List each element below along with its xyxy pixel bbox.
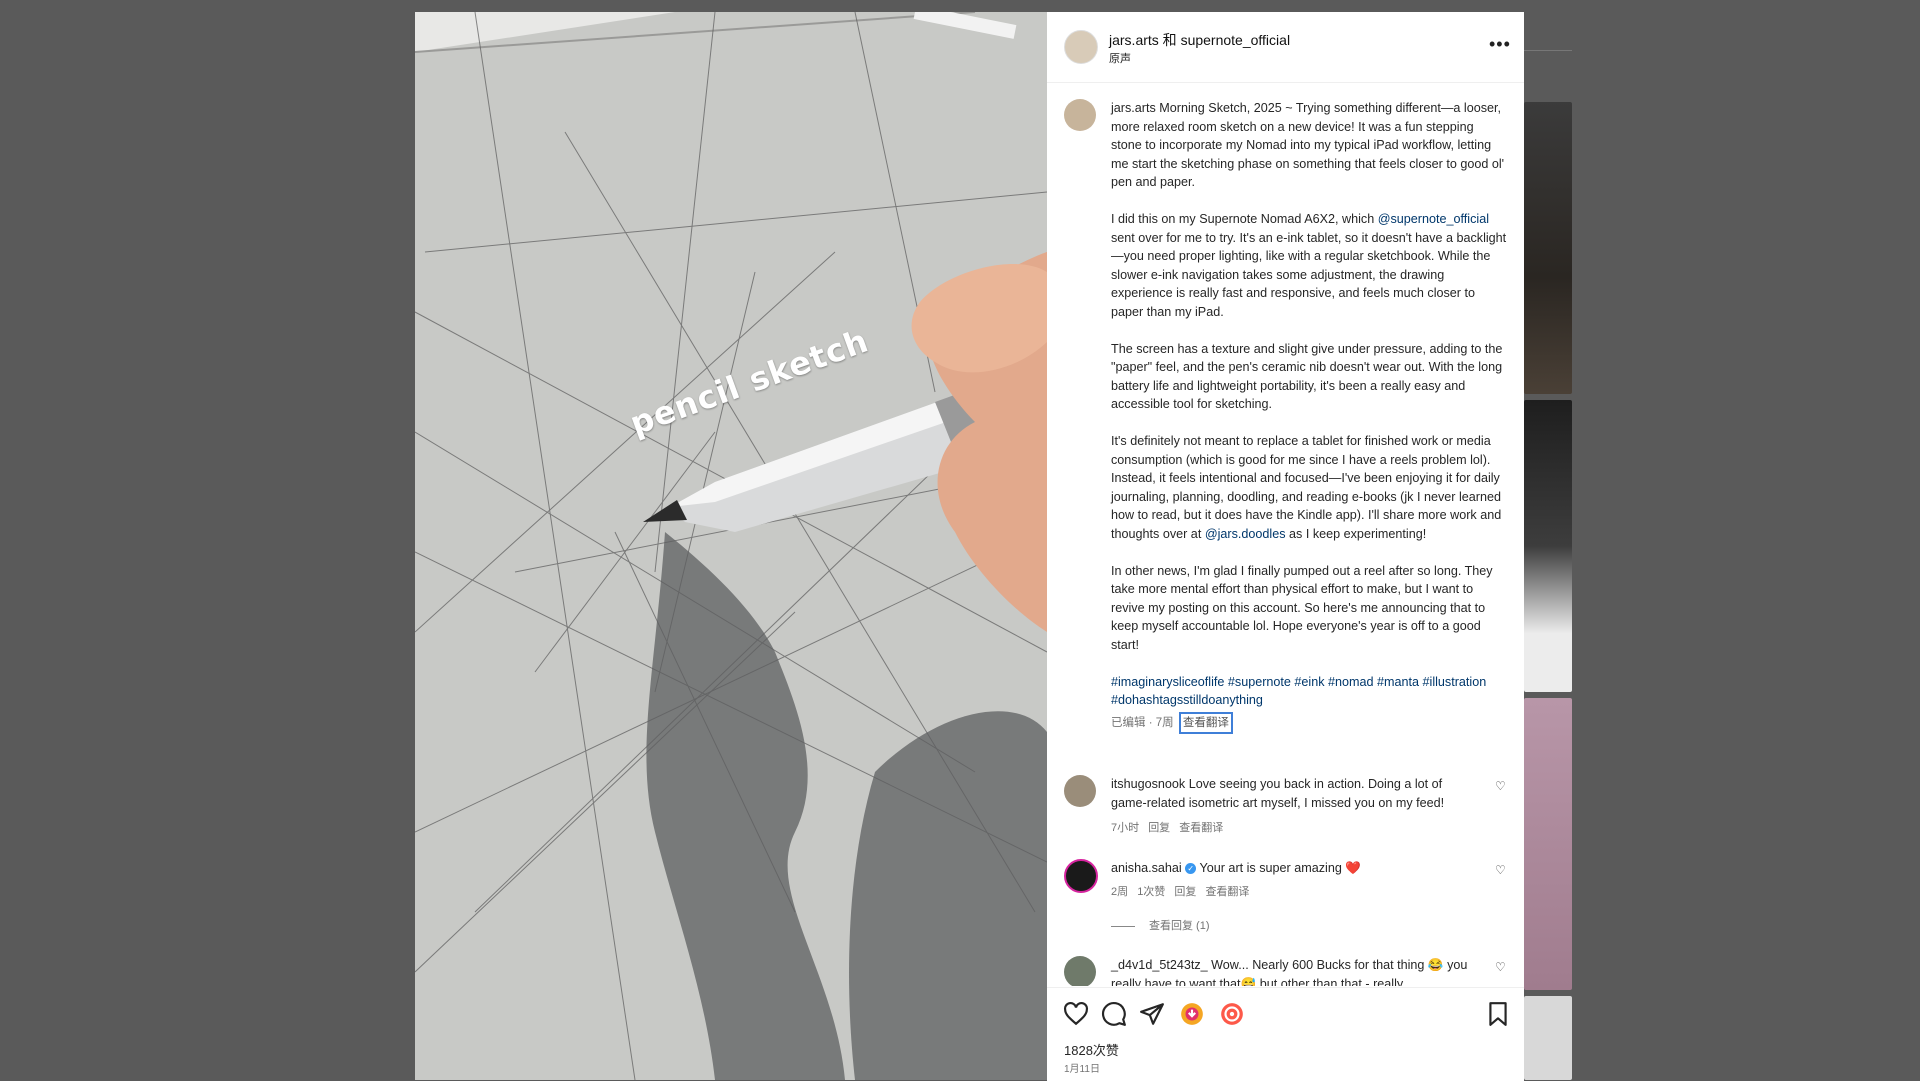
edited-label: 已编辑 · 7周 xyxy=(1111,716,1174,729)
grid-thumbnail[interactable] xyxy=(1524,400,1572,692)
translate-button[interactable]: 查看翻译 xyxy=(1179,822,1223,834)
caption-paragraph-5: In other news, I'm glad I finally pumped… xyxy=(1111,563,1493,652)
remix-icon[interactable] xyxy=(1179,1001,1205,1027)
comment-username[interactable]: anisha.sahai xyxy=(1111,861,1182,875)
comment-time: 2周 xyxy=(1111,886,1129,898)
replies-line xyxy=(1111,925,1135,927)
commenter-avatar[interactable] xyxy=(1064,859,1098,893)
mention-jars-doodles[interactable]: @jars.doodles xyxy=(1205,527,1286,541)
author-avatar[interactable] xyxy=(1064,30,1098,64)
post-caption: jars.arts Morning Sketch, 2025 ~ Trying … xyxy=(1111,99,1507,734)
see-translation-button[interactable]: 查看翻译 xyxy=(1178,711,1233,734)
caption-meta: 已编辑 · 7周 查看翻译 xyxy=(1111,711,1507,734)
comment-like-icon[interactable]: ♡ xyxy=(1495,863,1506,877)
likes-count[interactable]: 1828次赞 xyxy=(1064,1040,1119,1059)
translate-button[interactable]: 查看翻译 xyxy=(1205,886,1249,898)
caption-paragraph-3: The screen has a texture and slight give… xyxy=(1111,341,1503,412)
post-authors[interactable]: jars.arts 和 supernote_official xyxy=(1109,30,1290,50)
grid-thumbnail[interactable] xyxy=(1524,996,1572,1080)
comment-meta: 7小时 回复 查看翻译 xyxy=(1111,819,1223,835)
reel-share-icon[interactable] xyxy=(1219,1001,1245,1027)
verified-badge-icon: ✓ xyxy=(1185,863,1197,875)
comment-body: Your art is super amazing ❤️ xyxy=(1196,861,1362,875)
comment-time: 7小时 xyxy=(1111,822,1140,834)
post-header: jars.arts 和 supernote_official 原声 ••• xyxy=(1047,12,1524,83)
mention-supernote[interactable]: @supernote_official xyxy=(1378,212,1489,226)
caption-paragraph-4b: as I keep experimenting! xyxy=(1285,526,1427,541)
post-panel: jars.arts 和 supernote_official 原声 ••• ja… xyxy=(1047,12,1524,1081)
reply-button[interactable]: 回复 xyxy=(1174,886,1196,898)
comment-text: _d4v1d_5t243tz_ Wow... Nearly 600 Bucks … xyxy=(1111,956,1481,986)
comments-scroll[interactable]: jars.arts Morning Sketch, 2025 ~ Trying … xyxy=(1047,83,1524,986)
post-media[interactable]: pencil sketch xyxy=(415,12,1047,1080)
post-date: 1月11日 xyxy=(1064,1064,1100,1075)
caption-paragraph-2a: I did this on my Supernote Nomad A6X2, w… xyxy=(1111,212,1378,226)
share-icon[interactable] xyxy=(1139,1001,1165,1027)
caption-paragraph-4a: It's definitely not meant to replace a t… xyxy=(1111,434,1502,541)
audio-label[interactable]: 原声 xyxy=(1109,50,1131,66)
save-bookmark-icon[interactable] xyxy=(1485,1001,1511,1027)
comment-username[interactable]: itshugosnook xyxy=(1111,777,1185,791)
reply-button[interactable]: 回复 xyxy=(1148,822,1170,834)
view-replies-label: 查看回复 (1) xyxy=(1149,920,1210,932)
comment-username[interactable]: _d4v1d_5t243tz_ xyxy=(1111,958,1208,972)
caption-avatar[interactable] xyxy=(1064,99,1096,131)
comment-like-icon[interactable]: ♡ xyxy=(1495,960,1506,974)
grid-thumbnail[interactable] xyxy=(1524,698,1572,990)
sketch-video-frame xyxy=(415,12,1047,1080)
divider xyxy=(1524,50,1572,51)
comment-text: itshugosnook Love seeing you back in act… xyxy=(1111,775,1481,812)
commenter-avatar[interactable] xyxy=(1064,956,1096,986)
caption-paragraph-1: Morning Sketch, 2025 ~ Trying something … xyxy=(1111,101,1505,189)
comment-meta: 2周 1次赞 回复 查看翻译 xyxy=(1111,883,1249,899)
comment-like-icon[interactable]: ♡ xyxy=(1495,779,1506,793)
comment-icon[interactable] xyxy=(1101,1001,1127,1027)
commenter-avatar[interactable] xyxy=(1064,775,1096,807)
comment-text: anisha.sahai ✓ Your art is super amazing… xyxy=(1111,859,1481,878)
like-heart-icon[interactable] xyxy=(1063,1001,1089,1027)
action-bar: 1828次赞 1月11日 xyxy=(1047,987,1524,1081)
comment-likes[interactable]: 1次赞 xyxy=(1137,886,1165,898)
caption-username[interactable]: jars.arts xyxy=(1111,101,1156,115)
grid-thumbnail[interactable] xyxy=(1524,102,1572,394)
caption-paragraph-2b: sent over for me to try. It's an e-ink t… xyxy=(1111,230,1507,319)
more-options-icon[interactable]: ••• xyxy=(1489,34,1511,55)
view-replies-button[interactable]: 查看回复 (1) xyxy=(1111,917,1210,933)
hashtags[interactable]: #imaginarysliceoflife #supernote #eink #… xyxy=(1111,673,1507,710)
